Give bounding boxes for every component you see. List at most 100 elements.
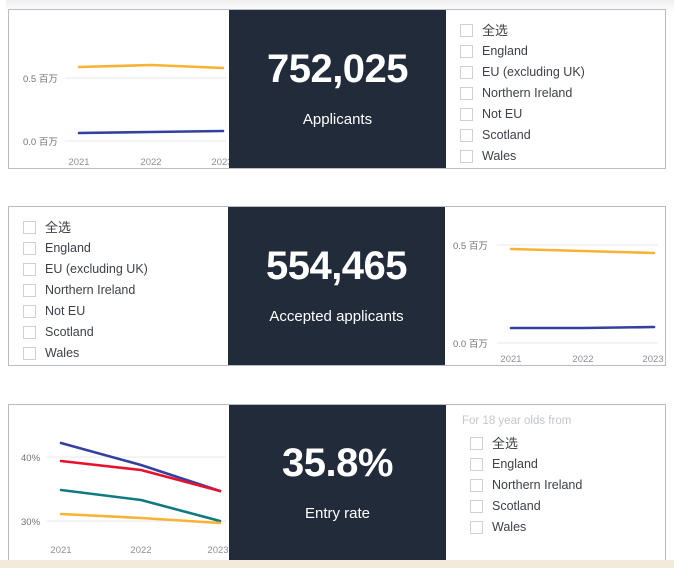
accepted-applicants-chart: 0.5 百万 0.0 百万 2021 2022 2023: [445, 207, 665, 365]
checkbox-icon[interactable]: [23, 305, 36, 318]
filter-option-label: Northern Ireland: [482, 86, 573, 101]
filter-option-all[interactable]: 全选: [23, 217, 228, 238]
x-tick-label: 2022: [140, 157, 161, 168]
entry-rate-kpi: 35.8% Entry rate: [229, 405, 446, 561]
checkbox-icon[interactable]: [460, 24, 473, 37]
checkbox-icon[interactable]: [460, 150, 473, 163]
card-applicants: 0.5 百万 0.0 百万 2021 2022 2023 752,025 App…: [8, 9, 666, 169]
filter-option-scotland[interactable]: Scotland: [23, 322, 228, 343]
checkbox-icon[interactable]: [23, 242, 36, 255]
checkbox-icon[interactable]: [470, 436, 483, 450]
checkbox-icon[interactable]: [470, 499, 483, 513]
filter-option-label: 全选: [482, 23, 509, 38]
page-bottom-strip: [0, 560, 674, 568]
accepted-applicants-kpi: 554,465 Accepted applicants: [228, 207, 445, 365]
filter-option-wales[interactable]: Wales: [460, 517, 665, 538]
filter-option-northern-ireland[interactable]: Northern Ireland: [460, 475, 665, 496]
y-tick-label: 40%: [21, 453, 41, 464]
filter-option-label: Scotland: [492, 499, 541, 514]
kpi-label: Applicants: [302, 111, 373, 128]
checkbox-icon[interactable]: [460, 108, 473, 121]
kpi-value: 35.8%: [282, 441, 393, 485]
x-tick-label: 2022: [130, 545, 151, 556]
kpi-label: Entry rate: [304, 505, 371, 522]
filter-option-label: 全选: [45, 220, 72, 235]
filter-option-label: Wales: [45, 346, 80, 361]
filter-option-label: Wales: [492, 520, 527, 535]
x-tick-label: 2023: [207, 545, 228, 556]
checkbox-icon[interactable]: [23, 221, 36, 234]
x-tick-label: 2022: [572, 354, 593, 365]
filter-option-northern-ireland[interactable]: Northern Ireland: [460, 83, 665, 104]
accepted-applicants-line-chart: 0.5 百万 0.0 百万 2021 2022 2023: [453, 241, 664, 365]
y-tick-label: 30%: [21, 517, 41, 528]
filter-option-scotland[interactable]: Scotland: [460, 496, 665, 517]
filter-option-all[interactable]: 全选: [460, 20, 665, 41]
filter-option-wales[interactable]: Wales: [23, 343, 228, 364]
x-tick-label: 2021: [68, 157, 89, 168]
accepted-filter-list: 全选 England EU (excluding UK) Northern Ir…: [9, 207, 228, 365]
checkbox-icon[interactable]: [460, 87, 473, 100]
x-tick-label: 2021: [50, 545, 71, 556]
filter-option-wales[interactable]: Wales: [460, 146, 665, 167]
y-tick-label: 0.5 百万: [453, 241, 488, 252]
series-line-england: [509, 247, 656, 255]
filter-option-all[interactable]: 全选: [460, 433, 665, 454]
y-tick-label: 0.0 百万: [453, 339, 488, 350]
x-tick-label: 2023: [211, 157, 229, 168]
filter-option-label: Northern Ireland: [492, 478, 583, 493]
filter-option-scotland[interactable]: Scotland: [460, 125, 665, 146]
filter-option-label: EU (excluding UK): [45, 262, 148, 277]
filter-option-label: Wales: [482, 149, 517, 164]
card-accepted-applicants: 全选 England EU (excluding UK) Northern Ir…: [8, 206, 666, 366]
kpi-value: 554,465: [265, 244, 408, 288]
series-line-not-eu: [77, 129, 225, 135]
filter-option-label: Not EU: [45, 304, 86, 319]
series-line-not-eu: [509, 325, 656, 330]
filter-option-england[interactable]: England: [460, 41, 665, 62]
checkbox-icon[interactable]: [460, 129, 473, 142]
y-tick-label: 0.0 百万: [23, 137, 58, 148]
filter-option-eu-excluding-uk[interactable]: EU (excluding UK): [23, 259, 228, 280]
filter-option-label: England: [45, 241, 91, 256]
filter-option-label: England: [482, 44, 528, 59]
filter-option-label: Scotland: [45, 325, 94, 340]
filter-option-not-eu[interactable]: Not EU: [23, 301, 228, 322]
entry-rate-chart: 40% 30% 2021 2022 2023: [9, 405, 229, 561]
checkbox-icon[interactable]: [460, 45, 473, 58]
y-tick-label: 0.5 百万: [23, 74, 58, 85]
entry-rate-filter-list: For 18 year olds from 全选 England Norther…: [446, 405, 665, 561]
series-line-england: [77, 63, 225, 70]
filter-option-england[interactable]: England: [460, 454, 665, 475]
filter-option-label: 全选: [492, 435, 519, 451]
entry-rate-line-chart: 40% 30% 2021 2022 2023: [21, 441, 229, 556]
checkbox-icon[interactable]: [23, 347, 36, 360]
kpi-label: Accepted applicants: [269, 308, 404, 325]
left-rail: [0, 0, 6, 568]
checkbox-icon[interactable]: [470, 478, 483, 492]
checkbox-icon[interactable]: [23, 284, 36, 297]
filter-option-label: Northern Ireland: [45, 283, 136, 298]
x-tick-label: 2021: [500, 354, 521, 365]
checkbox-icon[interactable]: [23, 326, 36, 339]
filter-option-label: EU (excluding UK): [482, 65, 585, 80]
applicants-chart: 0.5 百万 0.0 百万 2021 2022 2023: [9, 10, 229, 168]
applicants-line-chart: 0.5 百万 0.0 百万 2021 2022 2023: [23, 63, 229, 168]
checkbox-icon[interactable]: [23, 263, 36, 276]
filter-option-not-eu[interactable]: Not EU: [460, 104, 665, 125]
filter-option-label: England: [492, 457, 538, 472]
x-tick-label: 2023: [642, 354, 663, 365]
card-entry-rate: 40% 30% 2021 2022 2023 35.8% Entry rate …: [8, 404, 666, 562]
dashboard-page: 0.5 百万 0.0 百万 2021 2022 2023 752,025 App…: [0, 0, 674, 568]
checkbox-icon[interactable]: [470, 520, 483, 534]
checkbox-icon[interactable]: [470, 457, 483, 471]
applicants-kpi: 752,025 Applicants: [229, 10, 446, 168]
filter-option-england[interactable]: England: [23, 238, 228, 259]
filter-option-northern-ireland[interactable]: Northern Ireland: [23, 280, 228, 301]
kpi-value: 752,025: [266, 47, 409, 91]
filter-list-header: For 18 year olds from: [462, 415, 572, 427]
filter-option-eu-excluding-uk[interactable]: EU (excluding UK): [460, 62, 665, 83]
checkbox-icon[interactable]: [460, 66, 473, 79]
filter-option-label: Not EU: [482, 107, 523, 122]
filter-option-label: Scotland: [482, 128, 531, 143]
